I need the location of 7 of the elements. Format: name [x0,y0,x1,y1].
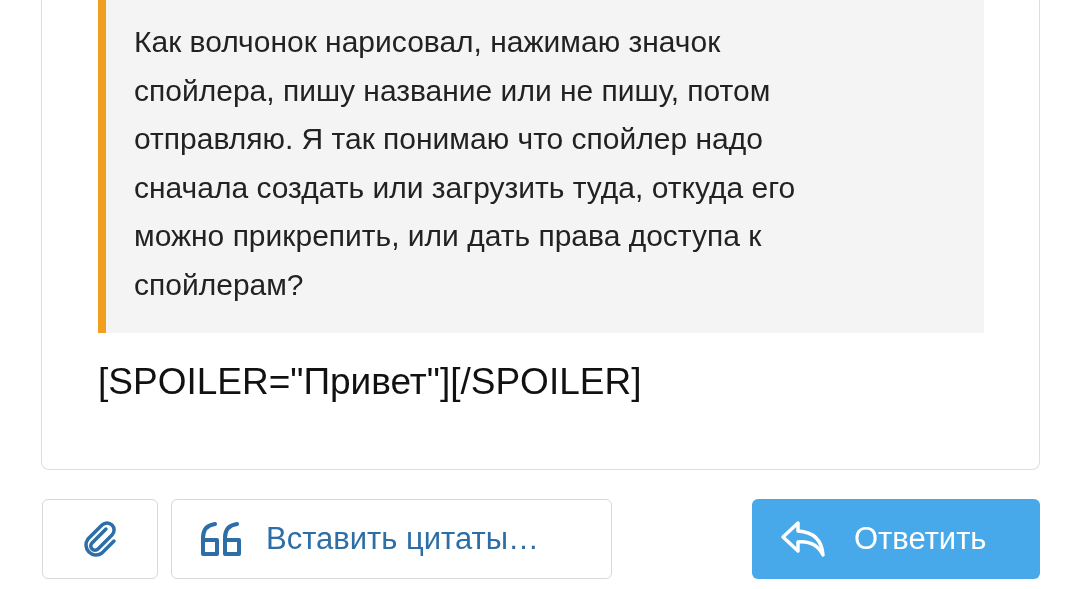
quote-text: Как волчонок нарисовал, нажимаю значок спойлера, пишу название или не пишу, потом отправляю. Я так понимаю что спойлер надо сначала создать или загрузить туда, откуда его можно прикрепить, или дать права доступа к спойлерам? [134,24,797,303]
insert-quotes-button[interactable]: Вставить цитаты… [171,499,612,579]
editor-text: [SPOILER="Привет"][/SPOILER] [98,361,643,403]
message-editor[interactable] [41,0,1040,470]
attach-button[interactable] [42,499,158,579]
reply-icon [780,519,826,559]
paperclip-icon [81,519,119,559]
